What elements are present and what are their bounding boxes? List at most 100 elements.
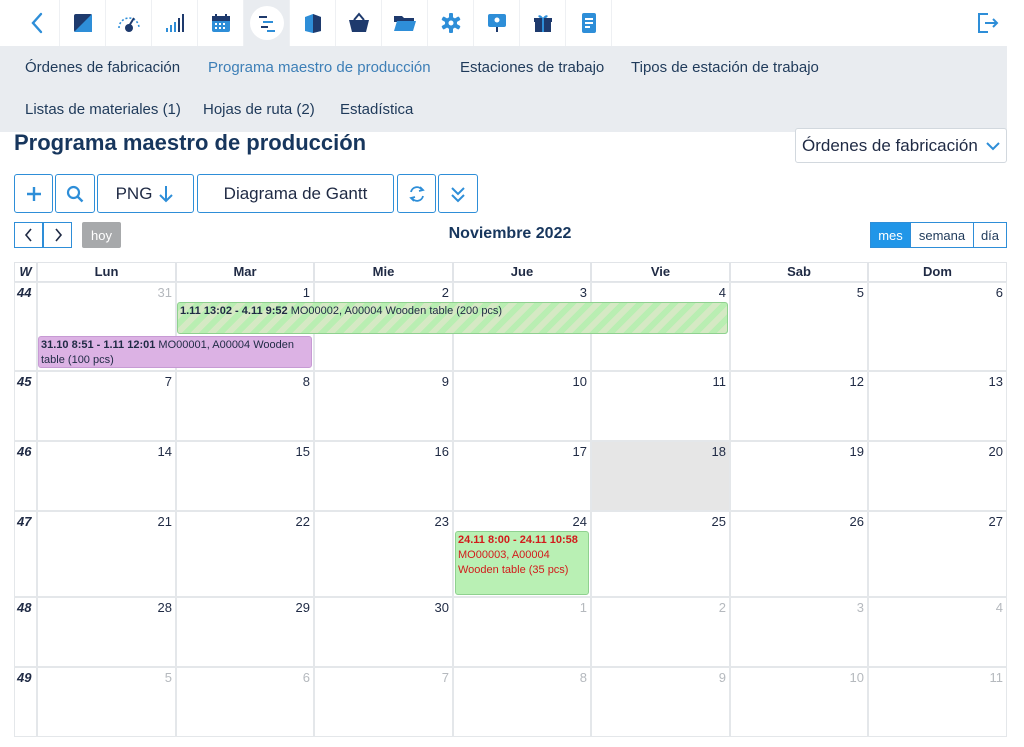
day-cell[interactable]: 10 xyxy=(730,667,868,737)
calendar-event[interactable]: 31.10 8:51 - 1.11 12:01 MO00001, A00004 … xyxy=(38,336,312,368)
toolbar-button-presentation[interactable] xyxy=(474,0,520,46)
view-month-button[interactable]: mes xyxy=(870,222,911,248)
day-number: 7 xyxy=(441,670,449,685)
toolbar-button-dashboard[interactable] xyxy=(60,0,106,46)
day-number: 5 xyxy=(164,670,172,685)
day-cell[interactable]: 12 xyxy=(730,371,868,441)
chevron-left-icon xyxy=(30,12,42,34)
day-number: 10 xyxy=(572,374,587,389)
top-toolbar xyxy=(0,0,1024,46)
source-select[interactable]: Órdenes de fabricación xyxy=(795,128,1007,163)
day-cell[interactable]: 4 xyxy=(868,597,1007,667)
day-cell[interactable]: 7 xyxy=(37,371,176,441)
day-number: 25 xyxy=(711,514,726,529)
chevron-right-icon xyxy=(54,228,62,242)
submenu-link-programa[interactable]: Programa maestro de producción xyxy=(208,59,431,76)
day-cell[interactable]: 21 xyxy=(37,511,176,597)
toolbar-button-stats[interactable] xyxy=(152,0,198,46)
submenu-link-tipos[interactable]: Tipos de estación de trabajo xyxy=(631,59,819,76)
toolbar-button-gifts[interactable] xyxy=(520,0,566,46)
day-cell[interactable]: 5 xyxy=(37,667,176,737)
day-number: 9 xyxy=(441,374,449,389)
toolbar-button-reports[interactable] xyxy=(566,0,612,46)
day-number: 11 xyxy=(989,670,1004,685)
toolbar-button-catalog[interactable] xyxy=(290,0,336,46)
day-cell[interactable]: 11 xyxy=(591,371,730,441)
day-cell[interactable]: 10 xyxy=(453,371,591,441)
refresh-icon xyxy=(408,185,425,202)
gantt-button[interactable]: Diagrama de Gantt xyxy=(197,174,394,213)
day-number: 4 xyxy=(718,285,726,300)
day-cell[interactable]: 6 xyxy=(868,282,1007,371)
day-cell[interactable]: 22 xyxy=(176,511,314,597)
day-number: 15 xyxy=(295,444,310,459)
day-cell[interactable]: 1 xyxy=(453,597,591,667)
day-number: 10 xyxy=(849,670,864,685)
day-cell[interactable]: 2 xyxy=(591,597,730,667)
calendar-event[interactable]: 1.11 13:02 - 4.11 9:52 MO00002, A00004 W… xyxy=(177,302,728,334)
submenu-link-hojas[interactable]: Hojas de ruta (2) xyxy=(203,101,315,118)
submenu-link-ordenes[interactable]: Órdenes de fabricación xyxy=(25,59,180,76)
toolbar-button-sales[interactable] xyxy=(336,0,382,46)
submenu-link-estadistica[interactable]: Estadística xyxy=(340,101,413,118)
toolbar-button-calendar[interactable] xyxy=(198,0,244,46)
search-button[interactable] xyxy=(55,174,95,213)
day-cell[interactable]: 27 xyxy=(868,511,1007,597)
day-number: 7 xyxy=(164,374,172,389)
day-cell[interactable]: 9 xyxy=(591,667,730,737)
day-header: Sab xyxy=(730,262,868,282)
day-cell[interactable]: 6 xyxy=(176,667,314,737)
day-cell[interactable]: 9 xyxy=(314,371,453,441)
day-cell[interactable]: 8 xyxy=(453,667,591,737)
day-cell[interactable]: 11 xyxy=(868,667,1007,737)
export-png-button[interactable]: PNG xyxy=(97,174,194,213)
submenu-link-listas[interactable]: Listas de materiales (1) xyxy=(25,101,181,118)
day-number: 29 xyxy=(295,600,310,615)
day-number: 5 xyxy=(856,285,864,300)
day-cell[interactable]: 25 xyxy=(591,511,730,597)
week-number-header: W xyxy=(14,262,37,282)
next-month-button[interactable] xyxy=(43,222,72,248)
back-button[interactable] xyxy=(14,0,60,46)
calendar-event[interactable]: 24.11 8:00 - 24.11 10:58 MO00003, A00004… xyxy=(455,531,589,595)
day-number: 22 xyxy=(295,514,310,529)
day-cell[interactable]: 16 xyxy=(314,441,453,511)
event-text: MO00003, A00004 Wooden table (35 pcs) xyxy=(458,549,569,576)
day-cell[interactable]: 26 xyxy=(730,511,868,597)
day-cell[interactable]: 20 xyxy=(868,441,1007,511)
day-cell[interactable]: 23 xyxy=(314,511,453,597)
view-day-button[interactable]: día xyxy=(973,222,1007,248)
module-submenu: Órdenes de fabricación Programa maestro … xyxy=(0,46,1007,132)
toolbar-button-planning[interactable] xyxy=(244,0,290,46)
toolbar-button-gauge[interactable] xyxy=(106,0,152,46)
day-cell[interactable]: 15 xyxy=(176,441,314,511)
day-cell[interactable]: 30 xyxy=(314,597,453,667)
day-cell[interactable]: 8 xyxy=(176,371,314,441)
day-cell[interactable]: 29 xyxy=(176,597,314,667)
day-cell[interactable]: 19 xyxy=(730,441,868,511)
day-number: 6 xyxy=(302,670,310,685)
expand-button[interactable] xyxy=(438,174,478,213)
day-number: 30 xyxy=(434,600,449,615)
day-number: 21 xyxy=(157,514,172,529)
submenu-link-estaciones[interactable]: Estaciones de trabajo xyxy=(460,59,604,76)
day-cell[interactable]: 28 xyxy=(37,597,176,667)
refresh-button[interactable] xyxy=(397,174,436,213)
day-cell[interactable]: 7 xyxy=(314,667,453,737)
toolbar-button-documents[interactable] xyxy=(382,0,428,46)
search-icon xyxy=(66,185,84,202)
logout-button[interactable] xyxy=(968,6,1008,40)
day-number: 31 xyxy=(157,285,172,300)
prev-month-button[interactable] xyxy=(14,222,43,248)
day-cell[interactable]: 13 xyxy=(868,371,1007,441)
day-cell[interactable]: 17 xyxy=(453,441,591,511)
day-cell[interactable]: 18 xyxy=(591,441,730,511)
day-cell[interactable]: 3 xyxy=(730,597,868,667)
today-button[interactable]: hoy xyxy=(82,222,121,248)
view-week-button[interactable]: semana xyxy=(910,222,974,248)
day-header: Mie xyxy=(314,262,453,282)
toolbar-button-settings[interactable] xyxy=(428,0,474,46)
day-cell[interactable]: 5 xyxy=(730,282,868,371)
day-cell[interactable]: 14 xyxy=(37,441,176,511)
add-button[interactable] xyxy=(14,174,53,213)
